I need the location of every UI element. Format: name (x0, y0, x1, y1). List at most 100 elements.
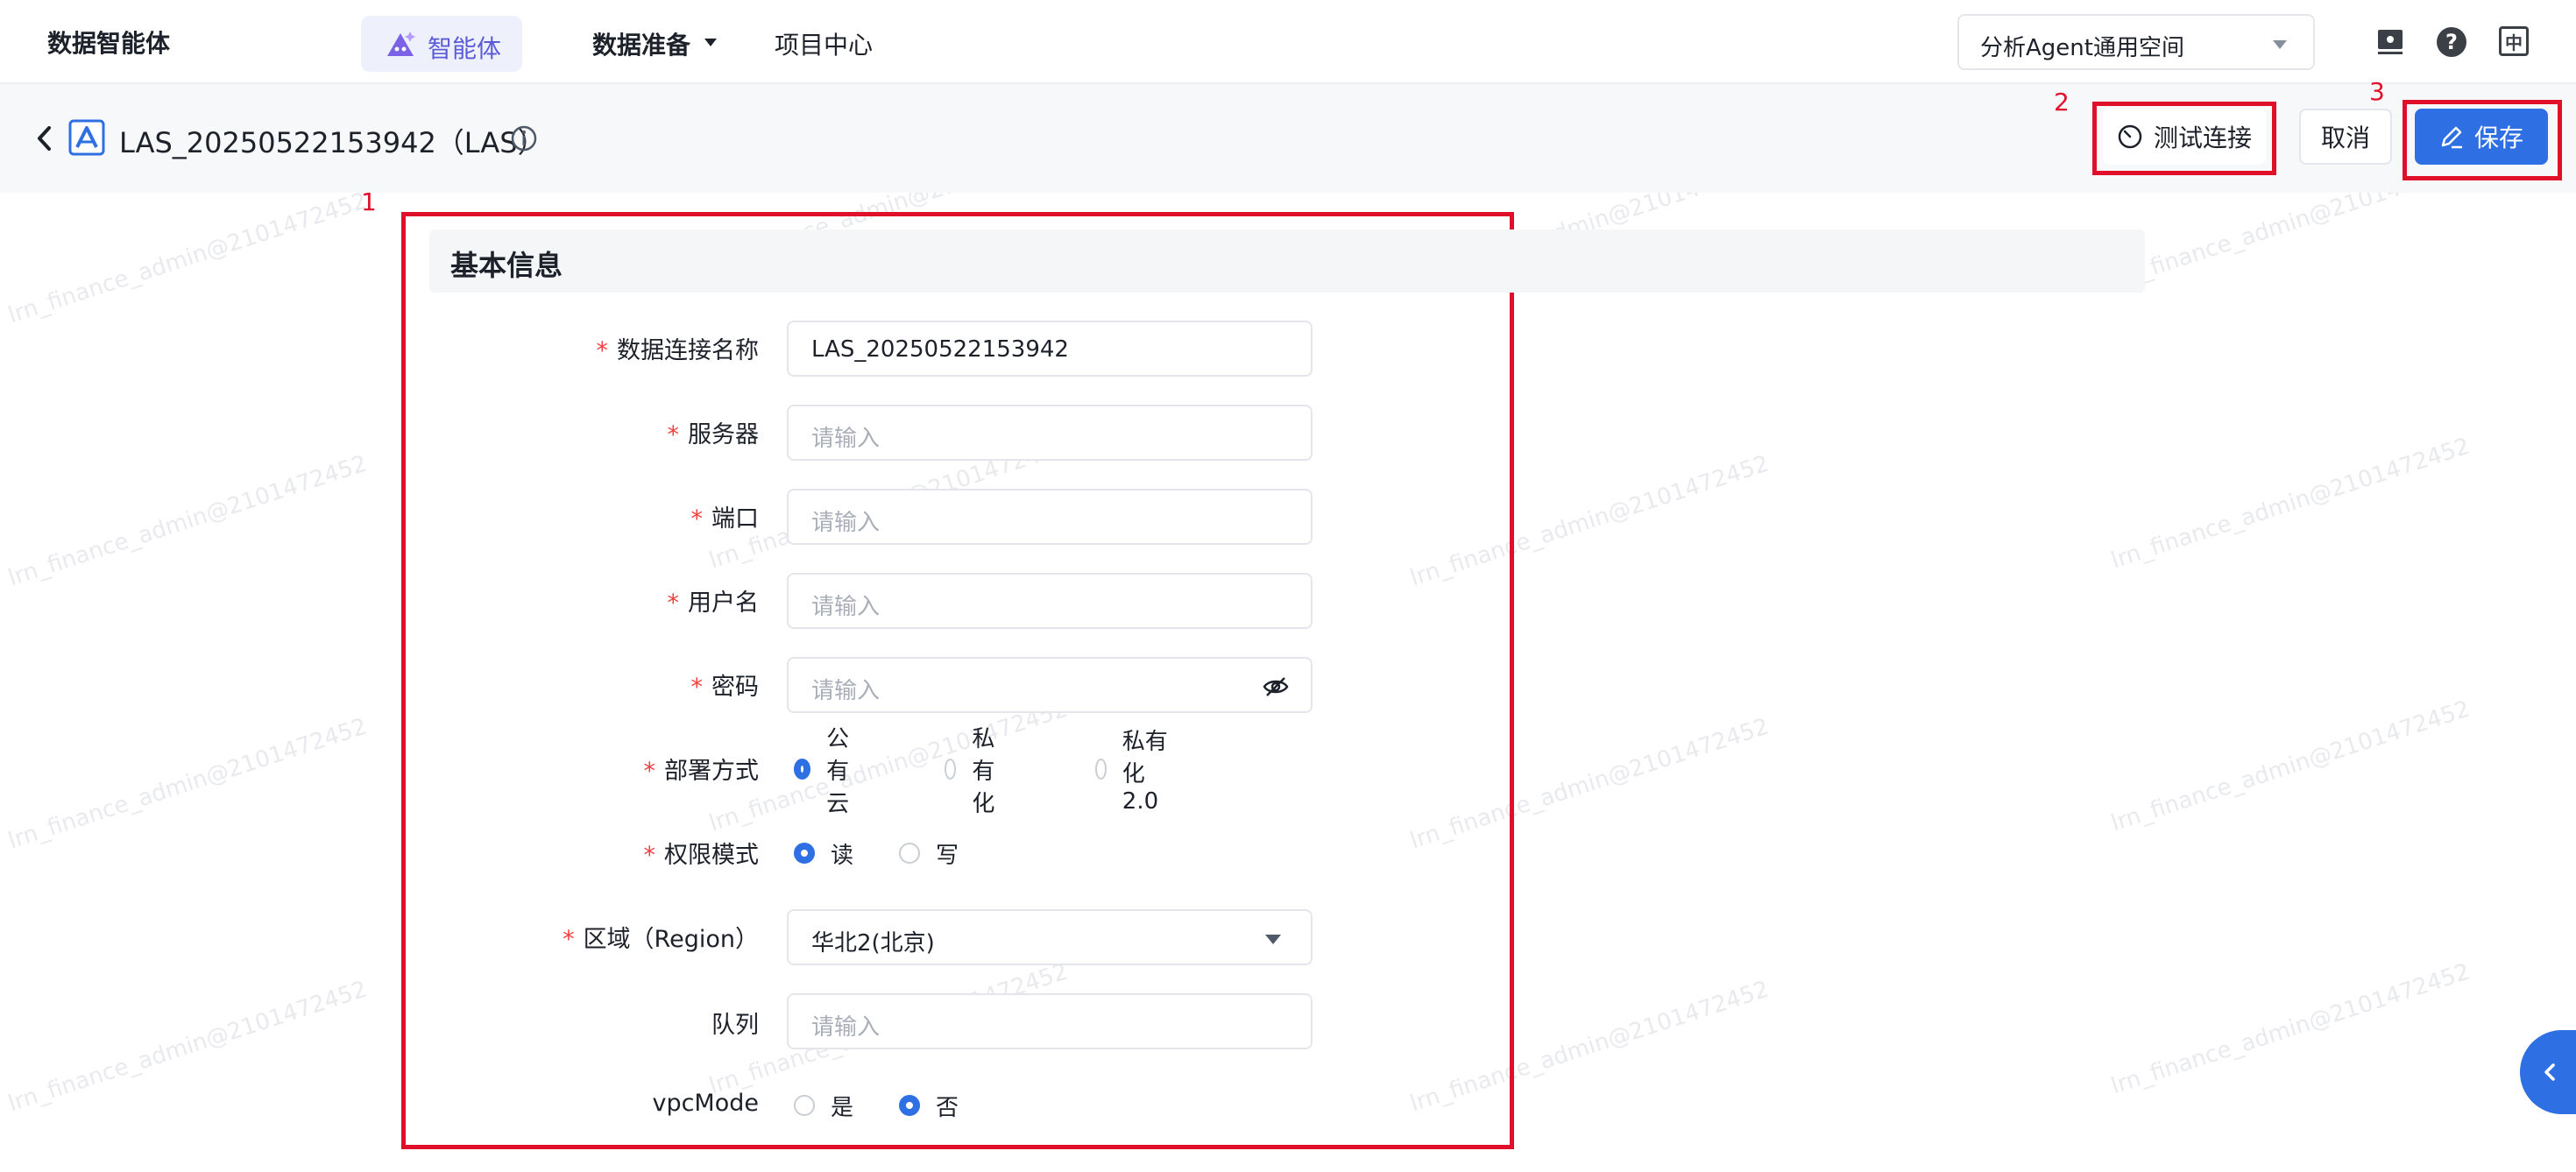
radio-label: 公有云 (826, 725, 850, 817)
radio-dot (794, 1095, 815, 1116)
label-text: 密码 (711, 674, 759, 701)
label-text: 用户名 (688, 590, 759, 617)
chevron-left-icon (2544, 1063, 2555, 1081)
form-label-region: * 区域（Region） (563, 920, 759, 954)
watermark-text: lrn_finance_admin@2101472452 (2107, 958, 2473, 1100)
required-marker: * (690, 505, 704, 533)
top-nav: 数据智能体 智能体 数据准备 项目中心 分析Agent通用空间 ? 中 (0, 0, 2576, 84)
required-marker: * (667, 590, 680, 617)
form-label-username: * 用户名 (668, 583, 760, 618)
nav-item-project-center[interactable]: 项目中心 (775, 26, 873, 61)
label-text: 服务器 (688, 421, 759, 448)
required-marker: * (643, 758, 656, 785)
port-input[interactable]: 请输入 (787, 489, 1313, 545)
radio-dot (899, 843, 920, 864)
label-text: 端口 (711, 505, 759, 533)
eye-off-icon[interactable] (1262, 673, 1290, 701)
port-placeholder: 请输入 (811, 510, 881, 536)
form-label-permission: * 权限模式 (644, 836, 760, 870)
form-label-port: * 端口 (691, 499, 760, 533)
radio-label: 是 (831, 1094, 854, 1121)
svg-text:?: ? (2445, 30, 2458, 54)
radio-read[interactable]: 读 (794, 836, 853, 871)
required-marker: * (596, 337, 609, 364)
radio-dot (1095, 759, 1107, 780)
caret-down-icon[interactable] (704, 39, 717, 46)
agent-icon (387, 32, 415, 56)
watermark-text: lrn_finance_admin@2101472452 (2107, 695, 2473, 837)
annotation-marker-2: 2 (2054, 88, 2070, 116)
label-text: 数据连接名称 (617, 337, 759, 364)
las-datasource-icon (68, 119, 105, 156)
radio-private-2[interactable]: 私有化2.0 (1095, 729, 1168, 815)
nav-item-data-prep[interactable]: 数据准备 (592, 26, 690, 61)
form-label-deployment: * 部署方式 (644, 752, 760, 786)
label-text: 区域（Region） (583, 926, 759, 953)
form-label-server: * 服务器 (668, 415, 760, 449)
radio-label: 私有化 (972, 725, 995, 817)
radio-label: 读 (831, 842, 854, 869)
radio-yes[interactable]: 是 (794, 1088, 853, 1123)
radio-write[interactable]: 写 (899, 836, 959, 871)
brand-title: 数据智能体 (47, 29, 171, 58)
password-placeholder: 请输入 (811, 678, 881, 704)
chevron-down-icon (2273, 40, 2287, 49)
info-icon[interactable] (510, 124, 538, 152)
watermark-text: lrn_finance_admin@2101472452 (2107, 433, 2473, 575)
radio-private[interactable]: 私有化 (945, 726, 1004, 817)
side-panel-toggle[interactable] (2520, 1030, 2576, 1114)
queue-placeholder: 请输入 (811, 1014, 881, 1041)
language-icon[interactable]: 中 (2499, 26, 2529, 56)
username-placeholder: 请输入 (811, 594, 881, 620)
radio-dot (945, 759, 957, 780)
label-text: 权限模式 (664, 842, 759, 869)
label-text: 部署方式 (664, 758, 759, 785)
form-label-queue: 队列 (711, 1006, 759, 1040)
radio-dot-checked (899, 1095, 920, 1116)
watermark-text: lrn_finance_admin@2101472452 (4, 187, 371, 329)
label-text: 队列 (711, 1012, 759, 1039)
annotation-marker-1: 1 (361, 187, 377, 216)
required-marker: * (690, 674, 704, 701)
queue-input[interactable]: 请输入 (787, 993, 1313, 1049)
required-marker: * (643, 842, 656, 869)
nav-item-agent[interactable]: 智能体 (361, 16, 522, 72)
cancel-button[interactable]: 取消 (2299, 109, 2392, 165)
radio-no[interactable]: 否 (899, 1088, 959, 1123)
workspace-select[interactable]: 分析Agent通用空间 (1957, 14, 2315, 70)
annotation-marker-3: 3 (2369, 77, 2385, 106)
watermark-text: lrn_finance_admin@2101472452 (4, 450, 371, 592)
radio-label: 写 (936, 842, 959, 869)
region-select-value: 华北2(北京) (811, 930, 935, 957)
label-text: vpcMode (652, 1090, 759, 1117)
password-input[interactable]: 请输入 (787, 657, 1313, 713)
monitor-icon[interactable] (2374, 26, 2406, 58)
username-input[interactable]: 请输入 (787, 573, 1313, 629)
watermark-text: lrn_finance_admin@2101472452 (4, 976, 371, 1118)
region-select[interactable]: 华北2(北京) (787, 909, 1313, 965)
form-label-connection-name: * 数据连接名称 (597, 331, 760, 365)
section-title: 基本信息 (450, 249, 563, 282)
help-icon[interactable]: ? (2436, 26, 2467, 58)
nav-item-agent-label: 智能体 (428, 34, 502, 63)
radio-label: 私有化2.0 (1122, 729, 1168, 815)
watermark-text: lrn_finance_admin@2101472452 (4, 713, 371, 855)
form-label-password: * 密码 (691, 667, 760, 702)
radio-dot-checked (794, 759, 811, 780)
required-marker: * (563, 926, 575, 953)
section-basic-info: 基本信息 (429, 229, 2145, 293)
back-icon[interactable] (32, 123, 58, 154)
annotation-box-3 (2403, 100, 2562, 180)
annotation-box-2 (2092, 102, 2276, 175)
server-placeholder: 请输入 (811, 426, 881, 452)
required-marker: * (667, 421, 680, 448)
connection-name-input[interactable]: LAS_20250522153942 (787, 321, 1313, 377)
page-title: LAS_20250522153942（LAS） (119, 126, 546, 159)
form-label-vpc-mode: vpcMode (652, 1090, 759, 1117)
radio-public-cloud[interactable]: 公有云 (794, 726, 853, 817)
radio-dot-checked (794, 843, 815, 864)
server-input[interactable]: 请输入 (787, 405, 1313, 461)
connection-name-value: LAS_20250522153942 (811, 336, 1069, 363)
workspace-select-value: 分析Agent通用空间 (1980, 35, 2184, 61)
radio-label: 否 (936, 1094, 959, 1121)
